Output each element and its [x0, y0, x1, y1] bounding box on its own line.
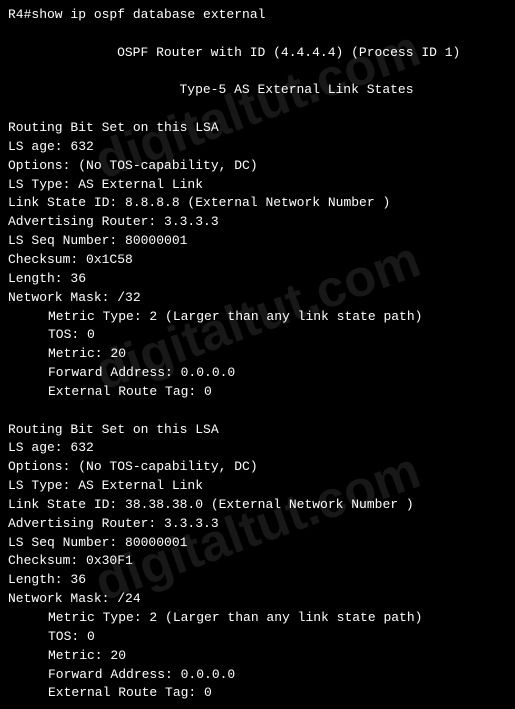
- b1-checksum: Checksum: 0x1C58: [8, 251, 507, 270]
- b2-ext-route-tag: External Route Tag: 0: [8, 684, 507, 703]
- b2-network-mask: Network Mask: /24: [8, 590, 507, 609]
- b1-adv-router: Advertising Router: 3.3.3.3: [8, 213, 507, 232]
- header1-line: OSPF Router with ID (4.4.4.4) (Process I…: [8, 44, 507, 63]
- b2-ls-age: LS age: 632: [8, 439, 507, 458]
- b2-ls-type: LS Type: AS External Link: [8, 477, 507, 496]
- b1-length: Length: 36: [8, 270, 507, 289]
- b2-routing-bit: Routing Bit Set on this LSA: [8, 421, 507, 440]
- blank-3: [8, 100, 507, 119]
- b1-routing-bit: Routing Bit Set on this LSA: [8, 119, 507, 138]
- terminal-output: R4#show ip ospf database external OSPF R…: [0, 0, 515, 709]
- b2-metric-type: Metric Type: 2 (Larger than any link sta…: [8, 609, 507, 628]
- b1-ext-route-tag: External Route Tag: 0: [8, 383, 507, 402]
- b1-forward-addr: Forward Address: 0.0.0.0: [8, 364, 507, 383]
- blank-2: [8, 63, 507, 82]
- b2-length: Length: 36: [8, 571, 507, 590]
- b1-network-mask: Network Mask: /32: [8, 289, 507, 308]
- b1-metric: Metric: 20: [8, 345, 507, 364]
- b2-adv-router: Advertising Router: 3.3.3.3: [8, 515, 507, 534]
- header2-line: Type-5 AS External Link States: [8, 81, 507, 100]
- blank-4: [8, 402, 507, 421]
- b2-seq-num: LS Seq Number: 80000001: [8, 534, 507, 553]
- b1-tos: TOS: 0: [8, 326, 507, 345]
- b1-options: Options: (No TOS-capability, DC): [8, 157, 507, 176]
- b2-checksum: Checksum: 0x30F1: [8, 552, 507, 571]
- prompt-line: R4#show ip ospf database external: [8, 6, 507, 25]
- b2-options: Options: (No TOS-capability, DC): [8, 458, 507, 477]
- b2-tos: TOS: 0: [8, 628, 507, 647]
- b1-ls-type: LS Type: AS External Link: [8, 176, 507, 195]
- b2-forward-addr: Forward Address: 0.0.0.0: [8, 666, 507, 685]
- blank-1: [8, 25, 507, 44]
- b1-ls-age: LS age: 632: [8, 138, 507, 157]
- b1-link-state-id: Link State ID: 8.8.8.8 (External Network…: [8, 194, 507, 213]
- b1-metric-type: Metric Type: 2 (Larger than any link sta…: [8, 308, 507, 327]
- b1-seq-num: LS Seq Number: 80000001: [8, 232, 507, 251]
- b2-link-state-id: Link State ID: 38.38.38.0 (External Netw…: [8, 496, 507, 515]
- b2-metric: Metric: 20: [8, 647, 507, 666]
